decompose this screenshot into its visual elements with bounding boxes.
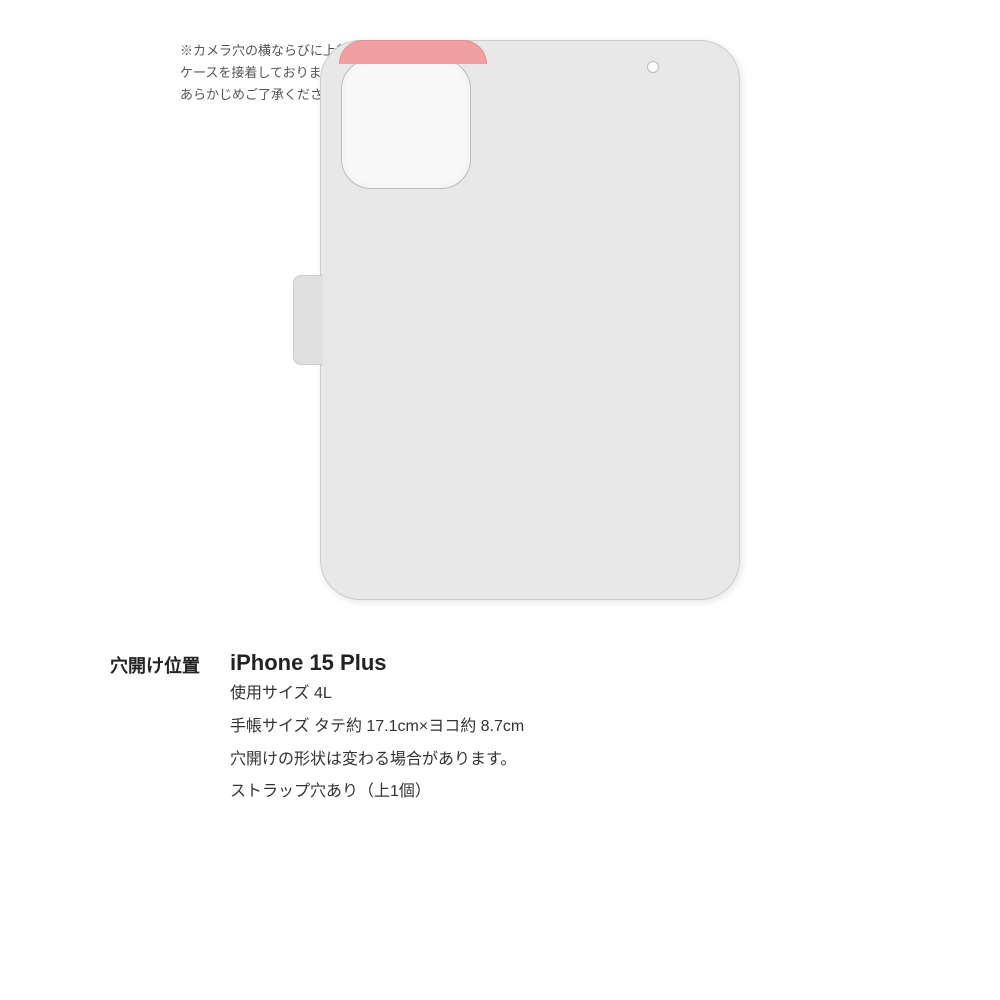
strap-hole [647,61,659,73]
hole-position-label: 穴開け位置 [110,650,200,678]
info-details: iPhone 15 Plus 使用サイズ 4L 手帳サイズ タテ約 17.1cm… [230,650,524,807]
fold-accent-top [339,40,487,64]
product-notebook-size: 手帳サイズ タテ約 17.1cm×ヨコ約 8.7cm [230,713,524,742]
page-container: ※カメラ穴の横ならびに上部は ケースを接着しておりません。 あらかじめご了承くだ… [0,0,1000,1000]
product-model: iPhone 15 Plus [230,650,524,676]
camera-cutout [341,59,471,189]
info-section: 穴開け位置 iPhone 15 Plus 使用サイズ 4L 手帳サイズ タテ約 … [50,630,950,827]
phone-case [320,40,740,600]
product-strap: ストラップ穴あり（上1個） [230,778,524,807]
side-tab [293,275,323,365]
product-hole-shape: 穴開けの形状は変わる場合があります。 [230,746,524,775]
case-illustration: ※カメラ穴の横ならびに上部は ケースを接着しておりません。 あらかじめご了承くだ… [150,10,850,630]
camera-inner [346,64,466,184]
product-size-label: 使用サイズ 4L [230,680,524,709]
